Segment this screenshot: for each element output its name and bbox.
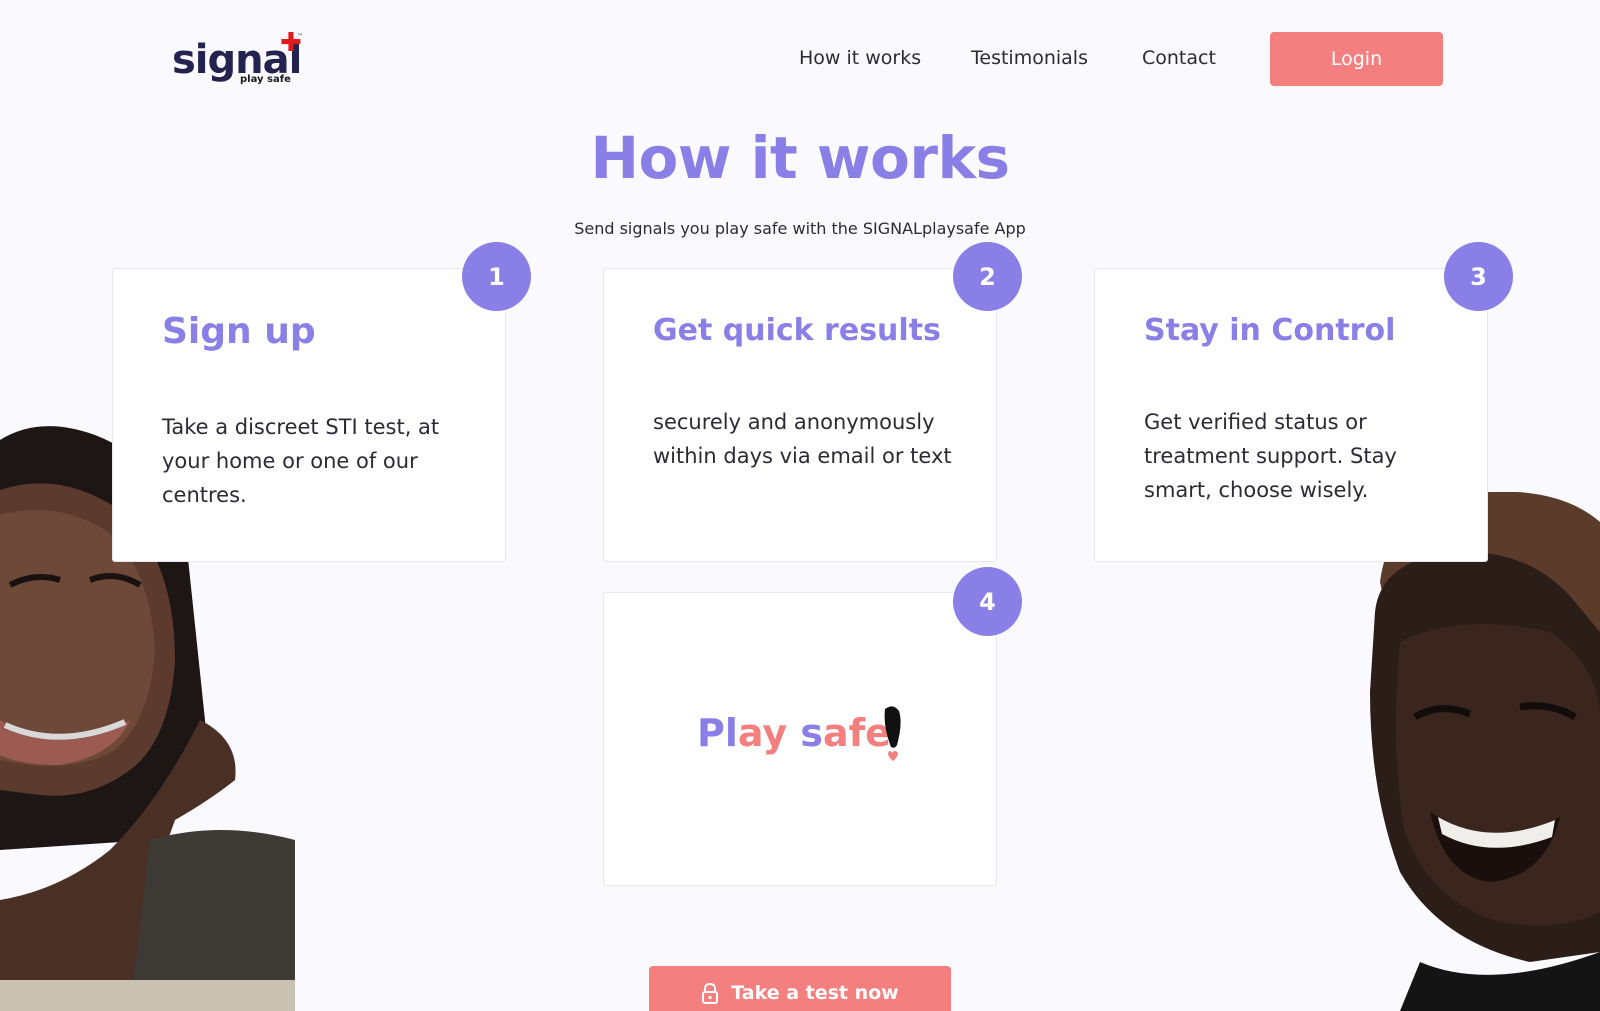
man-portrait-image xyxy=(1360,492,1600,1011)
step-title: Get quick results xyxy=(653,313,941,348)
step-title: Sign up xyxy=(162,311,316,352)
nav-link-how-it-works[interactable]: How it works xyxy=(799,43,921,73)
step-description: Take a discreet STI test, at your home o… xyxy=(162,415,440,507)
step-card-get-quick-results: Get quick results securely and anonymous… xyxy=(603,268,997,562)
play-safe-text: ay xyxy=(737,711,788,755)
take-test-button[interactable]: Take a test now xyxy=(649,966,951,1011)
play-safe-text: Pl xyxy=(697,711,738,755)
logo-trademark: ™ xyxy=(297,33,303,40)
step-card-sign-up: Sign up Take a discreet STI test, at you… xyxy=(112,268,506,562)
exclamation-icon xyxy=(884,706,901,761)
lock-icon xyxy=(702,982,719,1004)
step-card-stay-in-control: Stay in Control Get verified status or t… xyxy=(1094,268,1488,562)
step-title: Stay in Control xyxy=(1144,313,1396,348)
page-subtitle: Send signals you play safe with the SIGN… xyxy=(574,219,1026,238)
take-test-label: Take a test now xyxy=(731,982,899,1004)
step-card-play-safe: Play safe xyxy=(603,592,997,886)
step-number-badge: 4 xyxy=(953,567,1022,636)
nav-link-testimonials[interactable]: Testimonials xyxy=(971,43,1088,73)
step-number-badge: 3 xyxy=(1444,242,1513,311)
login-button[interactable]: Login xyxy=(1270,32,1443,86)
logo-tagline: play safe xyxy=(240,74,291,85)
nav-link-contact[interactable]: Contact xyxy=(1142,43,1216,73)
play-safe-logo: Play safe xyxy=(697,706,917,771)
play-safe-text: s xyxy=(787,711,823,755)
step-description: securely and anonymously within days via… xyxy=(653,410,952,468)
step-number-badge: 2 xyxy=(953,242,1022,311)
step-number-badge: 1 xyxy=(462,242,531,311)
step-description: Get verified status or treatment support… xyxy=(1144,410,1397,502)
page-title: How it works xyxy=(590,124,1010,192)
